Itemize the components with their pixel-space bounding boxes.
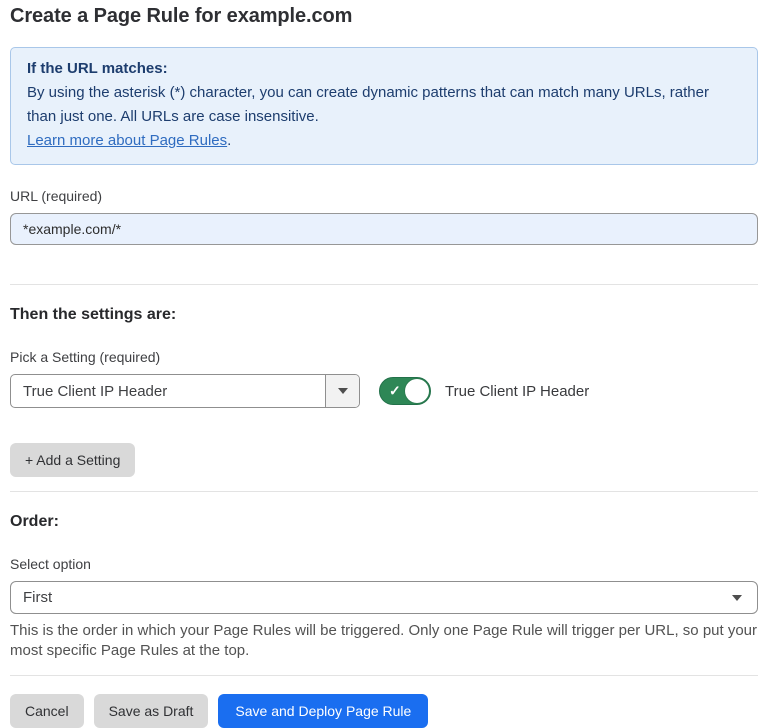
info-box-link-line: Learn more about Page Rules. — [27, 129, 741, 153]
link-period: . — [227, 132, 231, 149]
settings-heading: Then the settings are: — [10, 306, 758, 324]
add-setting-button[interactable]: + Add a Setting — [10, 443, 135, 477]
order-select-value: First — [11, 589, 732, 606]
chevron-down-icon — [732, 595, 742, 601]
toggle-knob — [405, 379, 429, 403]
save-draft-button[interactable]: Save as Draft — [94, 694, 209, 728]
divider — [10, 675, 758, 676]
order-select[interactable]: First — [10, 581, 758, 614]
setting-row: True Client IP Header ✓ True Client IP H… — [10, 374, 758, 408]
divider — [10, 491, 758, 492]
setting-toggle-group: ✓ True Client IP Header — [379, 377, 589, 405]
url-label: URL (required) — [10, 188, 758, 204]
setting-toggle[interactable]: ✓ — [379, 377, 431, 405]
chevron-down-icon — [338, 388, 348, 394]
order-heading: Order: — [10, 513, 758, 531]
select-option-label: Select option — [10, 556, 758, 572]
setting-select-arrow-button[interactable] — [325, 375, 359, 407]
setting-select[interactable]: True Client IP Header — [10, 374, 360, 408]
info-box-body: By using the asterisk (*) character, you… — [27, 81, 741, 129]
cancel-button[interactable]: Cancel — [10, 694, 84, 728]
page-title: Create a Page Rule for example.com — [10, 5, 758, 28]
save-deploy-button[interactable]: Save and Deploy Page Rule — [218, 694, 428, 728]
setting-select-value: True Client IP Header — [11, 375, 325, 407]
check-icon: ✓ — [389, 384, 401, 398]
footer-actions: Cancel Save as Draft Save and Deploy Pag… — [10, 694, 758, 728]
divider — [10, 284, 758, 285]
pick-setting-label: Pick a Setting (required) — [10, 349, 758, 365]
order-help-text: This is the order in which your Page Rul… — [10, 621, 758, 661]
info-box-heading: If the URL matches: — [27, 57, 741, 81]
learn-more-link[interactable]: Learn more about Page Rules — [27, 132, 227, 149]
url-input[interactable] — [10, 213, 758, 245]
setting-toggle-label: True Client IP Header — [445, 383, 589, 400]
url-match-info-box: If the URL matches: By using the asteris… — [10, 47, 758, 165]
